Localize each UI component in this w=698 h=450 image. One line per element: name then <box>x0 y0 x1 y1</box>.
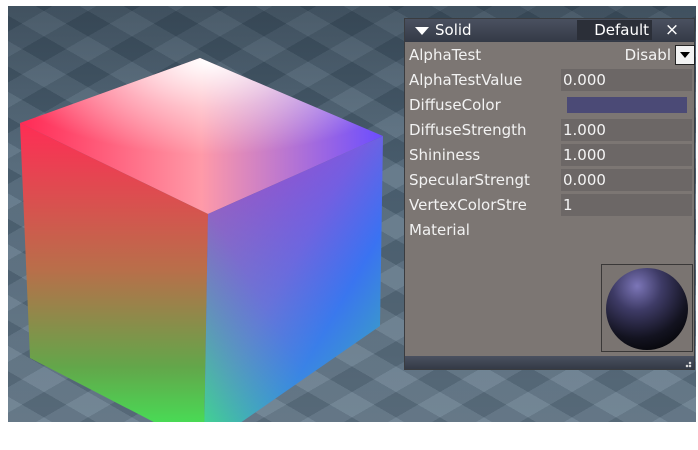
diffuse-color-swatch[interactable] <box>567 97 687 113</box>
alpha-test-label: AlphaTest <box>409 46 482 64</box>
vertex-color-strength-label: VertexColorStre <box>409 196 527 214</box>
sphere-icon <box>606 268 688 350</box>
specular-strength-label: SpecularStrengt <box>409 171 530 189</box>
row-diffuse-color: DiffuseColor <box>409 94 692 116</box>
row-alpha-test: AlphaTest Disabl <box>409 44 695 66</box>
close-button[interactable]: × <box>657 19 687 42</box>
shininess-field[interactable]: 1.000 <box>561 144 692 166</box>
diffuse-strength-field[interactable]: 1.000 <box>561 119 692 141</box>
panel-title-bar[interactable]: Solid Default × <box>405 19 694 42</box>
diffuse-color-label: DiffuseColor <box>409 96 501 114</box>
row-diffuse-strength: DiffuseStrength 1.000 <box>409 119 692 141</box>
panel-title: Solid <box>435 21 472 39</box>
material-label: Material <box>409 221 470 239</box>
row-specular-strength: SpecularStrengt 0.000 <box>409 169 692 191</box>
row-alpha-test-value: AlphaTestValue 0.000 <box>409 69 692 91</box>
row-vertex-color-strength: VertexColorStre 1 <box>409 194 692 216</box>
shininess-label: Shininess <box>409 146 481 164</box>
vertex-color-strength-field[interactable]: 1 <box>561 194 692 216</box>
row-shininess: Shininess 1.000 <box>409 144 692 166</box>
alpha-test-value-label: AlphaTestValue <box>409 71 523 89</box>
diffuse-strength-label: DiffuseStrength <box>409 121 527 139</box>
alpha-test-select[interactable]: Disabl <box>561 44 674 66</box>
material-preview-sphere[interactable] <box>601 264 693 352</box>
3d-viewport[interactable]: Solid Default × AlphaTest Disabl AlphaTe… <box>8 6 696 422</box>
specular-strength-field[interactable]: 0.000 <box>561 169 692 191</box>
panel-footer <box>405 356 694 369</box>
row-material: Material <box>409 219 692 241</box>
triangle-down-icon[interactable] <box>415 27 429 35</box>
chevron-down-icon[interactable] <box>675 45 695 65</box>
alpha-test-value-field[interactable]: 0.000 <box>561 69 692 91</box>
preset-select[interactable]: Default <box>577 20 652 40</box>
material-properties-panel: Solid Default × AlphaTest Disabl AlphaTe… <box>404 18 695 370</box>
resize-grip-icon[interactable] <box>684 360 692 368</box>
